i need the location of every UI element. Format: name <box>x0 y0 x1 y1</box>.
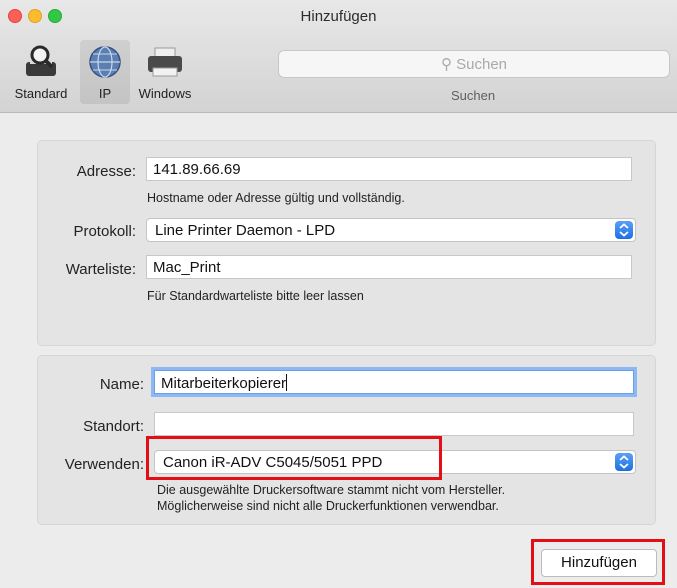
printer-icon <box>148 47 182 77</box>
toolbar-standard-label: Standard <box>14 86 68 101</box>
name-label: Name: <box>99 376 144 393</box>
search-icon: ⚲ <box>440 56 452 73</box>
search-field[interactable]: ⚲ Suchen <box>278 50 670 78</box>
chevron-updown-icon <box>615 453 633 471</box>
name-value: Mitarbeiterkopierer <box>161 375 287 392</box>
add-printer-window: Hinzufügen Standard IP Windows ⚲ Suchen … <box>0 0 677 588</box>
queue-hint: Für Standardwarteliste bitte leer lassen <box>147 289 364 303</box>
toolbar-windows-button[interactable]: Windows <box>132 40 198 104</box>
window-title: Hinzufügen <box>300 8 377 25</box>
title-bar: Hinzufügen Standard IP Windows ⚲ Suchen … <box>0 0 677 113</box>
protocol-select[interactable]: Line Printer Daemon - LPD <box>146 218 636 242</box>
queue-field[interactable]: Mac_Print <box>146 255 632 279</box>
highlight-add-box <box>531 539 665 585</box>
use-hint-line1: Die ausgewählte Druckersoftware stammt n… <box>157 483 506 497</box>
magnifier-printer-icon <box>26 45 56 76</box>
use-label: Verwenden: <box>64 456 144 473</box>
protocol-value: Line Printer Daemon - LPD <box>155 222 336 239</box>
queue-label: Warteliste: <box>65 261 136 278</box>
toolbar-ip-button[interactable]: IP <box>80 40 130 104</box>
address-hint: Hostname oder Adresse gültig und vollstä… <box>147 191 405 205</box>
name-field[interactable]: Mitarbeiterkopierer <box>154 370 634 394</box>
chevron-updown-icon <box>615 221 633 239</box>
highlight-driver-box <box>146 436 442 480</box>
location-field[interactable] <box>154 412 634 436</box>
toolbar-standard-button[interactable]: Standard <box>2 40 80 104</box>
address-label: Adresse: <box>76 163 136 180</box>
protocol-label: Protokoll: <box>73 223 136 240</box>
search-placeholder: Suchen <box>456 56 508 73</box>
toolbar-ip-label: IP <box>98 86 112 101</box>
address-field[interactable]: 141.89.66.69 <box>146 157 632 181</box>
use-hint-line2: Möglicherweise sind nicht alle Druckerfu… <box>157 499 499 513</box>
globe-icon <box>89 46 121 78</box>
toolbar-windows-label: Windows <box>138 86 192 101</box>
search-caption: Suchen <box>450 88 496 103</box>
text-caret <box>286 374 288 391</box>
location-label: Standort: <box>83 418 144 435</box>
